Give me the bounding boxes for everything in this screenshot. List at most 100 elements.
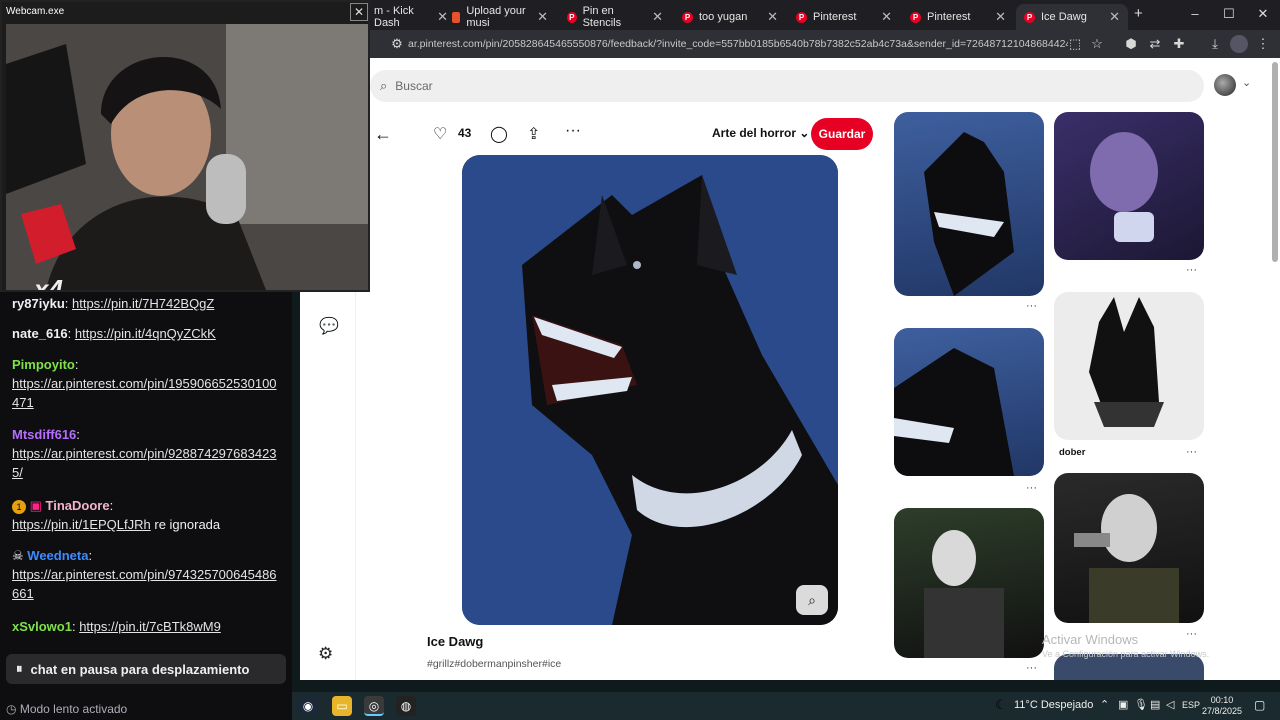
network-icon[interactable]: ▤ [1150, 698, 1160, 711]
tab-pinterest-2[interactable]: P Pinterest ✕ [902, 4, 1014, 30]
tab-pinterest-1[interactable]: P Pinterest ✕ [788, 4, 900, 30]
browser-tab-strip: m - Kick Dash ✕ Upload your musi ✕ P Pin… [300, 0, 1280, 30]
back-arrow-icon[interactable]: ← [374, 124, 392, 145]
chat-username[interactable]: ry87iyku [12, 296, 65, 311]
tab-ice-dawg[interactable]: P Ice Dawg ✕ [1016, 4, 1128, 30]
chrome-icon[interactable]: ◎ [364, 696, 384, 716]
file-explorer-icon[interactable]: ▭ [332, 696, 352, 716]
tray-app-icon[interactable]: ▣ [1118, 698, 1128, 711]
more-options-icon[interactable]: ··· [1186, 628, 1197, 640]
chat-link[interactable]: https://pin.it/7H742BQgZ [72, 296, 214, 311]
microphone-icon[interactable]: 🎙 [1134, 698, 1148, 711]
steam-icon[interactable]: ◉ [298, 696, 318, 716]
language-indicator[interactable]: ESP [1182, 700, 1200, 710]
share-icon[interactable]: ⇪ [527, 124, 540, 144]
pin-closeup: ♡ 43 ◯ ⇪ ··· Arte del horror ⌄ Guardar ⌕… [417, 112, 884, 680]
volume-icon[interactable]: ◁ [1166, 698, 1174, 711]
tab-stencils[interactable]: P Pin en Stencils ✕ [559, 4, 671, 30]
chat-link[interactable]: https://ar.pinterest.com/pin/19590665253… [12, 376, 277, 410]
chevron-up-icon[interactable]: ⌃ [1100, 698, 1109, 711]
chat-username[interactable]: xSvlowo1 [12, 619, 72, 634]
chat-paused-label: chat en pausa para desplazamiento [30, 661, 250, 677]
related-pin[interactable] [894, 508, 1044, 658]
chat-link[interactable]: https://ar.pinterest.com/pin/97432570064… [12, 567, 277, 601]
menu-dots-icon[interactable]: ⋮ [1254, 35, 1272, 53]
extension-icon[interactable]: ⬢ [1122, 35, 1140, 53]
tab-upload[interactable]: Upload your musi ✕ [444, 4, 556, 30]
stream-chat: ry87iyku: https://pin.it/7H742BQgZ nate_… [0, 292, 292, 720]
slow-mode-status: ◷ Modo lento activado [6, 702, 127, 716]
activate-windows-hint: Ve a Configuración para activar Windows. [1042, 649, 1210, 659]
close-icon[interactable]: ✕ [350, 3, 368, 21]
obs-icon[interactable]: ◍ [396, 696, 416, 716]
doberman-image [462, 155, 838, 625]
notifications-icon[interactable]: ▢ [1254, 698, 1265, 712]
chat-username[interactable]: Mtsdiff616 [12, 427, 76, 442]
chat-username[interactable]: Pimpoyito [12, 357, 75, 372]
related-pin[interactable] [894, 112, 1044, 296]
site-info-icon[interactable]: ⚙ [388, 35, 406, 53]
minimize-icon[interactable]: – [1178, 0, 1212, 30]
clock[interactable]: 00:10 27/8/2025 [1200, 695, 1244, 717]
address-bar: ⚙ ar.pinterest.com/pin/20582864546555087… [300, 30, 1280, 58]
comment-icon[interactable]: ◯ [490, 124, 508, 144]
extensions-puzzle-icon[interactable]: ✚ [1170, 35, 1188, 53]
visual-search-icon[interactable]: ⌕ [796, 585, 828, 615]
related-pin[interactable] [1054, 292, 1204, 440]
download-icon[interactable]: ⤓ [1206, 35, 1224, 53]
more-options-icon[interactable]: ··· [1026, 482, 1037, 494]
install-app-icon[interactable]: ⬚ [1066, 35, 1084, 53]
chevron-down-icon[interactable]: ⌄ [1242, 76, 1251, 89]
related-pin[interactable] [894, 328, 1044, 476]
tab-kick[interactable]: m - Kick Dash ✕ [366, 4, 456, 30]
close-tab-icon[interactable]: ✕ [652, 9, 663, 25]
related-pin[interactable] [1054, 473, 1204, 623]
pause-icon: ⏸ [16, 661, 23, 676]
save-button[interactable]: Guardar [811, 118, 873, 150]
close-tab-icon[interactable]: ✕ [767, 9, 778, 25]
tab-too-yugan[interactable]: P too yugan ✕ [674, 4, 786, 30]
url-field[interactable]: ar.pinterest.com/pin/205828645465550876/… [408, 35, 1068, 53]
close-tab-icon[interactable]: ✕ [995, 9, 1006, 25]
pin-action-row: ♡ 43 ◯ ⇪ ··· Arte del horror ⌄ Guardar [417, 112, 884, 156]
maximize-icon[interactable]: ☐ [1212, 0, 1246, 30]
jason-mask-thumb [1074, 494, 1179, 623]
bookmark-star-icon[interactable]: ☆ [1088, 35, 1106, 53]
doberman-thumb [924, 132, 1014, 296]
more-options-icon[interactable]: ··· [1186, 264, 1197, 276]
chat-username[interactable]: nate_616 [12, 326, 68, 341]
pin-tags[interactable]: #grillz#dobermanpinsher#ice [427, 658, 561, 670]
pin-main-image[interactable]: ⌕ [462, 155, 838, 625]
close-tab-icon[interactable]: ✕ [537, 9, 548, 25]
chat-paused-banner[interactable]: ⏸ chat en pausa para desplazamiento [6, 654, 286, 684]
heart-icon[interactable]: ♡ [433, 124, 447, 144]
more-options-icon[interactable]: ··· [565, 122, 581, 140]
window-controls: – ☐ ✕ [1178, 0, 1280, 30]
close-tab-icon[interactable]: ✕ [881, 9, 892, 25]
tab-label: Ice Dawg [1041, 11, 1087, 23]
masked-man-thumb [924, 530, 1004, 658]
new-tab-icon[interactable]: + [1134, 5, 1143, 22]
chat-link[interactable]: https://pin.it/4qnQyZCkK [75, 326, 216, 341]
messages-icon[interactable]: 💬 [319, 316, 339, 336]
chat-username[interactable]: Weedneta [27, 548, 88, 563]
board-selector[interactable]: Arte del horror ⌄ [712, 126, 809, 140]
weather-text[interactable]: 11°C Despejado [1014, 699, 1093, 711]
upload-icon [452, 11, 461, 23]
more-options-icon[interactable]: ··· [1186, 446, 1197, 458]
related-pin[interactable] [1054, 112, 1204, 260]
more-options-icon[interactable]: ··· [1026, 662, 1037, 674]
chat-link[interactable]: https://ar.pinterest.com/pin/92887429768… [12, 446, 277, 480]
avatar[interactable] [1214, 74, 1236, 96]
close-tab-icon[interactable]: ✕ [1109, 9, 1120, 25]
chat-username[interactable]: TinaDoore [46, 498, 110, 513]
search-bar[interactable]: ⌕ Buscar [370, 70, 1204, 102]
settings-gear-icon[interactable]: ⚙ [318, 644, 333, 664]
close-window-icon[interactable]: ✕ [1246, 0, 1280, 30]
profile-icon[interactable] [1230, 35, 1248, 53]
page-scrollbar[interactable] [1272, 62, 1278, 262]
translate-icon[interactable]: ⇄ [1146, 35, 1164, 53]
more-options-icon[interactable]: ··· [1026, 300, 1037, 312]
chat-link[interactable]: https://pin.it/7cBTk8wM9 [79, 619, 221, 634]
chat-link[interactable]: https://pin.it/1EPQLfJRh [12, 517, 151, 532]
